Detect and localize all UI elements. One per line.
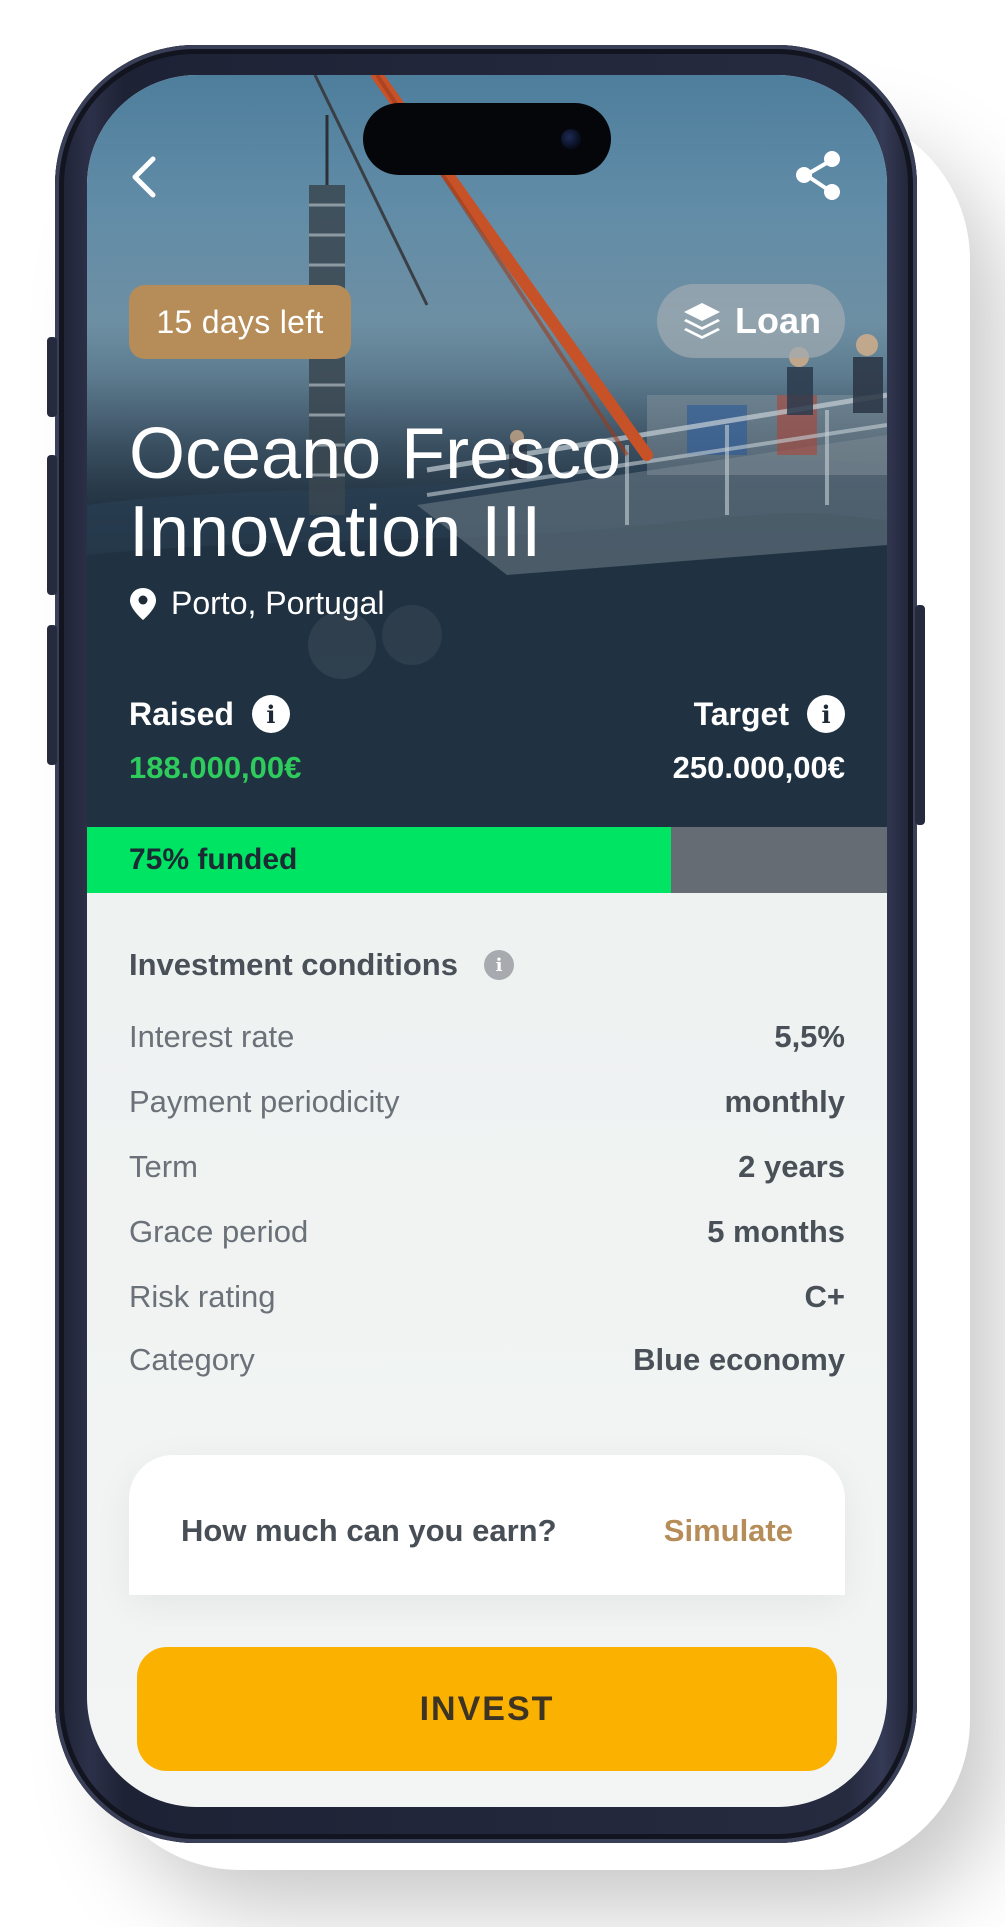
- condition-label: Category: [129, 1342, 255, 1377]
- location-text: Porto, Portugal: [171, 585, 385, 621]
- share-button[interactable]: [792, 145, 846, 205]
- condition-row-risk-rating: Risk rating C+: [129, 1272, 845, 1322]
- condition-row-category: Category Blue economy: [129, 1335, 845, 1385]
- raised-label: Raised: [129, 695, 234, 732]
- device-mockup: 15 days left Loan Oceano Fresco Innovati…: [0, 0, 1005, 1927]
- condition-value: 5,5%: [774, 1019, 845, 1054]
- condition-row-interest-rate: Interest rate 5,5%: [129, 1012, 845, 1062]
- project-title: Oceano Fresco Innovation III: [129, 415, 829, 571]
- map-pin-icon: [130, 587, 156, 620]
- condition-label: Risk rating: [129, 1279, 276, 1314]
- project-title-line2: Innovation III: [129, 492, 542, 572]
- condition-value: monthly: [724, 1084, 845, 1119]
- condition-row-term: Term 2 years: [129, 1142, 845, 1192]
- share-icon: [796, 151, 840, 200]
- project-location: Porto, Portugal: [129, 585, 384, 622]
- condition-row-payment-periodicity: Payment periodicity monthly: [129, 1077, 845, 1127]
- earnings-question: How much can you earn?: [181, 1513, 557, 1548]
- invest-button[interactable]: INVEST: [137, 1647, 837, 1771]
- raised-label-group: Raised i: [129, 695, 290, 733]
- target-label: Target: [693, 695, 789, 732]
- funding-progress-label: 75% funded: [129, 843, 298, 876]
- condition-row-grace-period: Grace period 5 months: [129, 1207, 845, 1257]
- funding-progress-bar: 75% funded: [87, 827, 887, 893]
- condition-value: Blue economy: [633, 1342, 845, 1377]
- condition-value: 5 months: [707, 1214, 845, 1249]
- earnings-simulator-card: How much can you earn? Simulate: [129, 1455, 845, 1595]
- condition-label: Payment periodicity: [129, 1084, 400, 1119]
- project-title-line1: Oceano Fresco: [129, 414, 622, 494]
- days-left-badge: 15 days left: [129, 285, 351, 359]
- back-button[interactable]: [123, 147, 167, 207]
- dynamic-island: [363, 103, 611, 175]
- volume-down-button: [47, 625, 57, 765]
- investment-conditions-title: Investment conditions: [129, 947, 458, 982]
- action-button: [47, 337, 57, 417]
- target-info-icon[interactable]: i: [807, 695, 845, 733]
- loan-type-badge: Loan: [657, 284, 845, 358]
- target-value: 250.000,00€: [672, 750, 845, 785]
- raised-value: 188.000,00€: [129, 750, 302, 785]
- loan-type-label: Loan: [735, 300, 821, 341]
- condition-value: C+: [804, 1279, 846, 1314]
- volume-up-button: [47, 455, 57, 595]
- target-label-group: Target i: [694, 695, 845, 733]
- condition-value: 2 years: [738, 1149, 845, 1184]
- condition-label: Term: [129, 1149, 198, 1184]
- camera-dot: [561, 129, 581, 149]
- condition-label: Interest rate: [129, 1019, 295, 1054]
- condition-label: Grace period: [129, 1214, 309, 1249]
- raised-info-icon[interactable]: i: [251, 695, 290, 733]
- chevron-left-icon: [132, 156, 156, 198]
- layers-icon: [684, 303, 720, 339]
- conditions-info-icon[interactable]: i: [483, 950, 514, 980]
- investment-conditions-heading: Investment conditions i: [129, 947, 514, 983]
- power-button: [915, 605, 925, 825]
- app-screen: 15 days left Loan Oceano Fresco Innovati…: [87, 75, 887, 1807]
- simulate-link[interactable]: Simulate: [664, 1513, 793, 1549]
